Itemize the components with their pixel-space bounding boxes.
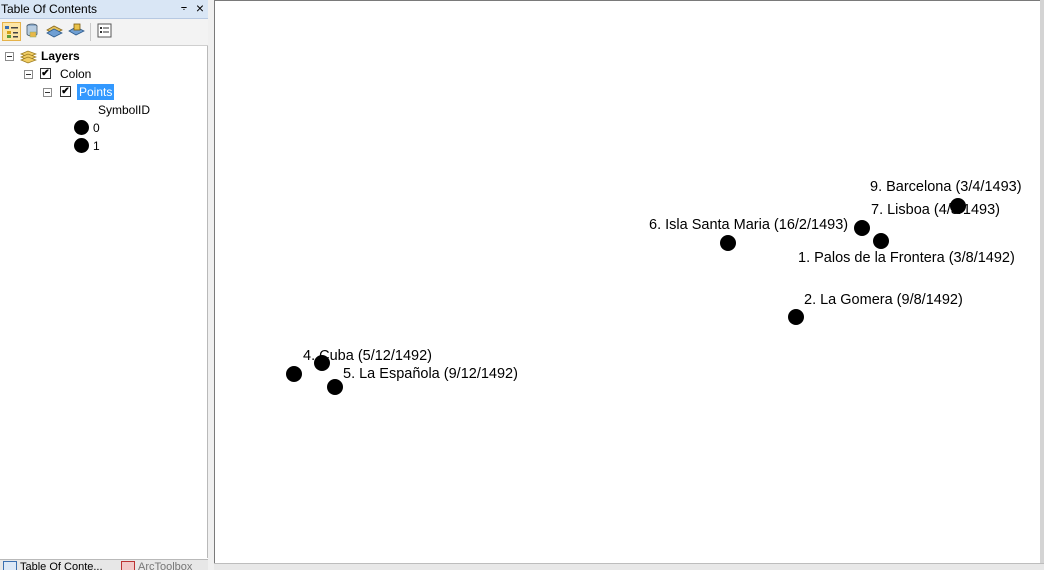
symbol-1-label: 1	[93, 139, 100, 153]
list-by-drawing-order-icon[interactable]	[2, 22, 21, 41]
options-icon[interactable]	[96, 22, 115, 41]
label-barcelona: 9. Barcelona (3/4/1493)	[870, 179, 1022, 195]
layers-icon	[20, 50, 37, 64]
toc-tab-strip: Table Of Conte... ArcToolbox	[0, 559, 208, 570]
points-layer-label[interactable]: Points	[77, 84, 115, 100]
label-isla-santa-maria: 6. Isla Santa Maria (16/2/1493)	[649, 217, 849, 233]
colon-layer-label[interactable]: Colon	[60, 67, 91, 81]
point-marker-palos[interactable]	[873, 233, 889, 249]
data-frame-root-label[interactable]: Layers	[41, 49, 80, 63]
colon-visibility-checkbox[interactable]: ✔	[40, 68, 51, 79]
symbol-0-swatch[interactable]	[74, 120, 89, 135]
map-view[interactable]: 9. Barcelona (3/4/1493) 7. Lisboa (4/3/1…	[214, 0, 1044, 564]
label-lisboa: 7. Lisboa (4/3/1493)	[871, 202, 1000, 218]
toc-title-bar: Table Of Contents ⨪ ×	[0, 0, 208, 19]
label-la-gomera: 2. La Gomera (9/8/1492)	[804, 292, 963, 308]
close-icon[interactable]: ×	[193, 0, 207, 16]
toolbar-separator	[90, 23, 91, 41]
point-marker-extra[interactable]	[286, 366, 302, 382]
list-by-visibility-icon[interactable]	[46, 22, 65, 41]
point-marker-la-gomera[interactable]	[788, 309, 804, 325]
list-by-selection-icon[interactable]	[68, 22, 87, 41]
symbol-1-swatch[interactable]	[74, 138, 89, 153]
label-cuba: 4. Cuba (5/12/1492)	[303, 348, 432, 364]
toc-title: Table Of Contents	[1, 2, 98, 16]
symbol-field-label: SymbolID	[98, 103, 151, 117]
point-marker-la-espanola[interactable]	[327, 379, 343, 395]
collapse-colon-toggle[interactable]	[24, 70, 33, 79]
label-la-espanola: 5. La Española (9/12/1492)	[343, 366, 518, 382]
list-by-source-icon[interactable]	[24, 22, 43, 41]
symbol-0-label: 0	[93, 121, 100, 135]
collapse-points-toggle[interactable]	[43, 88, 52, 97]
layer-tree: Layers ✔ Colon ✔ Points SymbolID 0 1	[0, 46, 208, 558]
map-vertical-scrollbar[interactable]	[1040, 0, 1044, 563]
points-visibility-checkbox[interactable]: ✔	[60, 86, 71, 97]
toc-toolbar	[0, 19, 208, 46]
table-of-contents-panel: Table Of Contents ⨪ × Layers ✔ Colon ✔ P…	[0, 0, 208, 570]
collapse-layers-toggle[interactable]	[5, 52, 14, 61]
label-palos-de-la-frontera: 1. Palos de la Frontera (3/8/1492)	[798, 250, 1015, 266]
point-marker-lisboa[interactable]	[854, 220, 870, 236]
pin-icon[interactable]: ⨪	[178, 1, 190, 15]
point-marker-santa-maria[interactable]	[720, 235, 736, 251]
